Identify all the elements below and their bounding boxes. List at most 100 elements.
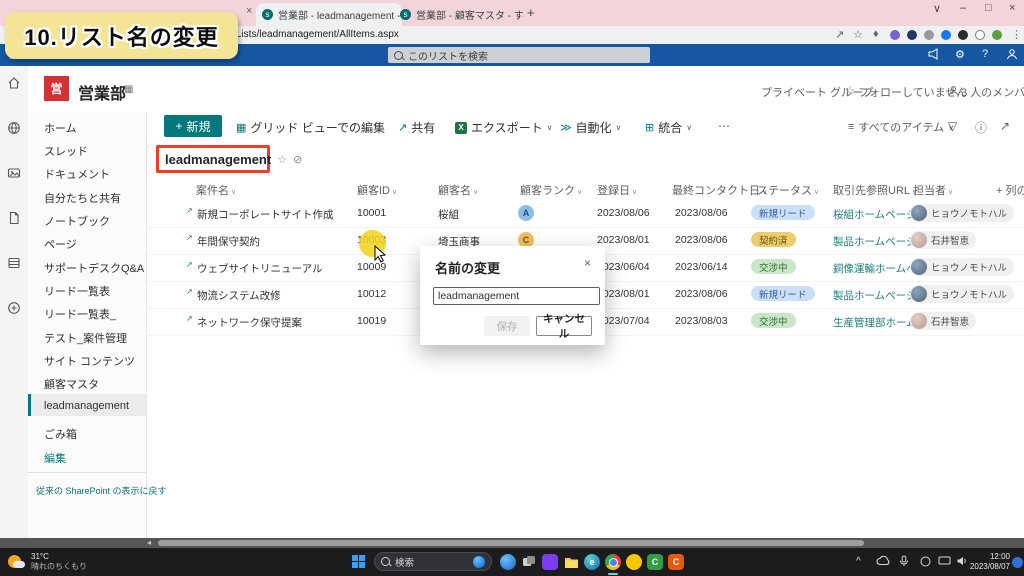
browser-tab-active[interactable]: s 営業部 - leadmanagement - すべ × xyxy=(256,3,402,26)
grid-edit-button[interactable]: ▦ グリッド ビューでの編集 xyxy=(236,119,385,136)
bookmark-star-icon[interactable]: ☆ xyxy=(853,28,863,41)
task-view-icon[interactable] xyxy=(521,554,537,570)
file-explorer-icon[interactable] xyxy=(563,554,579,570)
pinned-app-icon[interactable]: C xyxy=(647,554,663,570)
column-header[interactable]: 顧客ランク xyxy=(520,182,582,198)
new-item-button[interactable]: + 新規 xyxy=(164,115,222,137)
nav-item-lead-list2[interactable]: リード一覧表_ xyxy=(44,306,116,322)
pinned-app-icon[interactable] xyxy=(626,554,642,570)
info-icon[interactable]: ⓘ xyxy=(975,119,987,136)
scrollbar-thumb[interactable] xyxy=(158,540,864,546)
taskbar-clock[interactable]: 12:00 2023/08/07 xyxy=(958,552,1010,572)
owner-persona[interactable]: ヒョウノモトハル xyxy=(910,204,1014,222)
onedrive-cloud-icon[interactable] xyxy=(876,555,890,566)
column-header[interactable]: ステータス xyxy=(757,182,819,198)
export-button[interactable]: X エクスポート ∨ xyxy=(455,119,553,136)
site-title[interactable]: 営業部 xyxy=(78,80,126,104)
owner-persona[interactable]: 石井智恵 xyxy=(910,312,976,330)
extension-icon[interactable] xyxy=(907,30,917,40)
mic-extension-icon[interactable]: ♦ xyxy=(873,28,879,40)
save-button[interactable]: 保存 xyxy=(484,316,530,336)
megaphone-icon[interactable] xyxy=(928,48,940,60)
media-icon[interactable] xyxy=(7,166,21,180)
list-search-input[interactable]: このリストを検索 xyxy=(388,47,650,63)
cancel-button[interactable]: キャンセル xyxy=(536,316,592,336)
nav-item-lead-list[interactable]: リード一覧表 xyxy=(44,283,110,299)
column-header[interactable]: 顧客名 xyxy=(438,182,478,198)
tray-expand-icon[interactable]: ^ xyxy=(856,556,861,567)
integrate-button[interactable]: ⊞ 統合 ∨ xyxy=(645,119,692,136)
extension-icon[interactable] xyxy=(890,30,900,40)
browser-tab[interactable]: s 営業部 - 顧客マスタ - すべてのアイテ × xyxy=(394,3,524,26)
account-person-icon[interactable] xyxy=(1006,48,1018,60)
nav-item-recycle-bin[interactable]: ごみ箱 xyxy=(44,426,77,442)
column-header[interactable]: 最終コンタクト日 xyxy=(672,182,767,198)
extension-icon[interactable] xyxy=(924,30,934,40)
follow-star-icon[interactable]: ☆ xyxy=(845,84,855,97)
home-icon[interactable] xyxy=(7,76,21,90)
extension-icon[interactable] xyxy=(941,30,951,40)
nav-item-home[interactable]: ホーム xyxy=(44,120,77,136)
edge-icon[interactable]: e xyxy=(584,554,600,570)
favorite-star-icon[interactable]: ☆ xyxy=(277,153,287,166)
add-column-button[interactable]: + 列の追加 xyxy=(996,182,1024,198)
table-row[interactable]: ↗ 新規コーポレートサイト作成 10001 桜組 A 2023/08/06 20… xyxy=(146,200,1024,228)
rename-input[interactable] xyxy=(433,287,600,305)
nav-item-test-case[interactable]: テスト_案件管理 xyxy=(44,330,127,346)
column-header[interactable]: 登録日 xyxy=(597,182,637,198)
owner-persona[interactable]: ヒョウノモトハル xyxy=(910,258,1014,276)
nav-item-notebook[interactable]: ノートブック xyxy=(44,213,110,229)
more-commands-button[interactable]: ⋯ xyxy=(718,119,730,133)
pinned-app-icon[interactable]: C xyxy=(668,554,684,570)
nav-item-customer-master[interactable]: 顧客マスタ xyxy=(44,376,99,392)
not-followed-icon[interactable]: ⊘ xyxy=(293,153,302,166)
nav-item-documents[interactable]: ドキュメント xyxy=(44,166,110,182)
members-count[interactable]: 3 人のメンバー xyxy=(961,84,1024,100)
scroll-left-arrow-icon[interactable]: ◂ xyxy=(147,538,151,547)
mic-tray-icon[interactable] xyxy=(899,555,909,567)
close-tab-icon[interactable]: × xyxy=(246,5,252,17)
share-button[interactable]: ↗ 共有 xyxy=(398,119,435,136)
profile-avatar[interactable] xyxy=(992,30,1002,40)
notification-badge[interactable] xyxy=(1012,557,1023,568)
lists-icon[interactable] xyxy=(7,256,21,270)
taskbar-search-input[interactable]: 検索 xyxy=(374,552,492,571)
nav-item-support-qa[interactable]: サポートデスクQ&A xyxy=(44,260,144,276)
account-url-link[interactable]: 製品ホームページ xyxy=(833,234,916,249)
browser-menu-dots-icon[interactable]: ⋮ xyxy=(1011,28,1022,41)
list-title[interactable]: leadmanagement xyxy=(165,152,271,167)
close-window-icon[interactable]: × xyxy=(1009,2,1015,14)
help-icon[interactable]: ? xyxy=(982,48,988,60)
minimize-window-icon[interactable]: – xyxy=(960,2,966,14)
column-header[interactable]: 案件名 xyxy=(196,182,236,198)
account-url-link[interactable]: 製品ホームページ xyxy=(833,288,916,303)
clipchamp-icon[interactable] xyxy=(542,554,558,570)
cast-screen-icon[interactable] xyxy=(938,556,951,566)
nav-item-leadmanagement[interactable]: leadmanagement xyxy=(44,400,129,412)
chrome-icon[interactable] xyxy=(605,554,621,570)
windows-start-button[interactable] xyxy=(352,555,365,568)
document-icon[interactable] xyxy=(7,211,21,225)
copilot-icon[interactable] xyxy=(500,554,516,570)
maximize-window-icon[interactable]: □ xyxy=(985,2,992,14)
nav-item-site-contents[interactable]: サイト コンテンツ xyxy=(44,353,135,369)
create-plus-icon[interactable] xyxy=(7,301,21,315)
weather-icon[interactable] xyxy=(8,553,26,571)
close-dialog-icon[interactable]: × xyxy=(584,256,591,270)
nav-item-pages[interactable]: ページ xyxy=(44,236,77,252)
automate-button[interactable]: ≫ 自動化 ∨ xyxy=(560,119,621,136)
column-header[interactable]: 担当者 xyxy=(913,182,953,198)
view-selector[interactable]: ≡ すべてのアイテム ∨ xyxy=(848,119,954,135)
nav-edit-link[interactable]: 編集 xyxy=(44,450,66,466)
nav-item-shared[interactable]: 自分たちと共有 xyxy=(44,190,121,206)
owner-persona[interactable]: 石井智恵 xyxy=(910,231,976,249)
share-page-icon[interactable]: ↗ xyxy=(835,28,844,41)
column-header[interactable]: 顧客ID xyxy=(357,182,397,198)
extensions-puzzle-icon[interactable] xyxy=(958,30,968,40)
classic-sharepoint-link[interactable]: 従来の SharePoint の表示に戻す xyxy=(36,484,167,497)
nav-item-thread[interactable]: スレッド xyxy=(44,143,88,159)
filter-icon[interactable]: ▽ xyxy=(948,119,957,133)
tab-search-chevron-icon[interactable]: ∨ xyxy=(933,2,941,15)
site-logo[interactable]: 営 xyxy=(44,76,69,101)
owner-persona[interactable]: ヒョウノモトハル xyxy=(910,285,1014,303)
